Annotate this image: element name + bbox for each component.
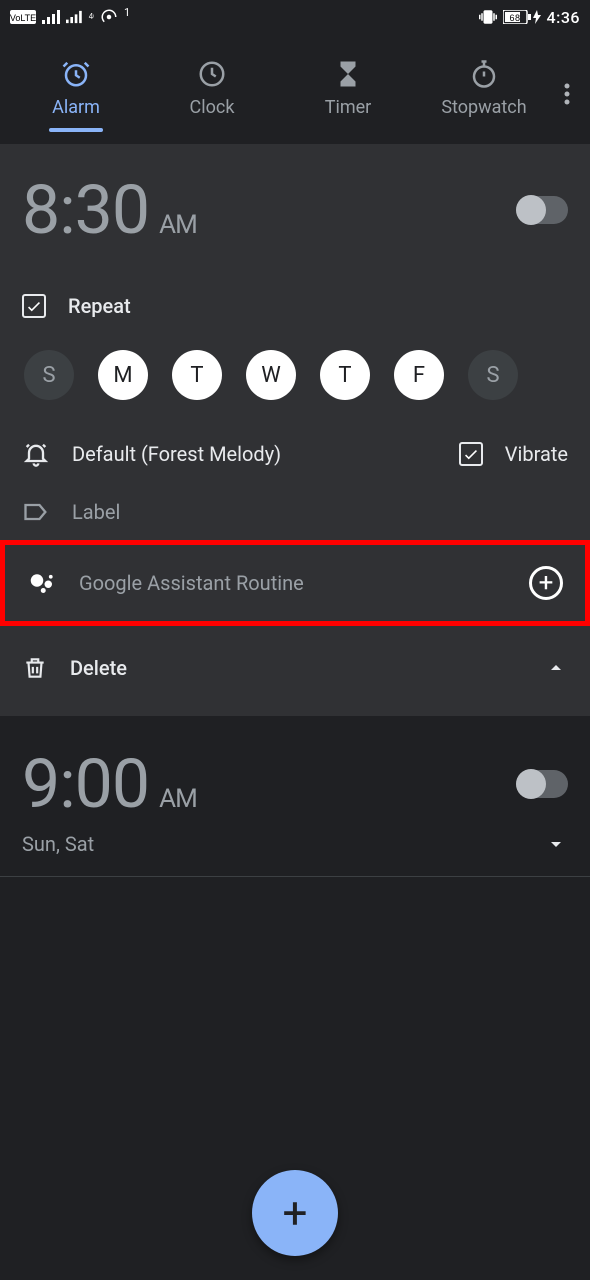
stopwatch-icon	[469, 59, 499, 89]
alarm-days-summary: Sun, Sat	[22, 832, 94, 856]
repeat-label: Repeat	[68, 294, 131, 318]
vibrate-checkbox[interactable]	[459, 442, 483, 466]
bell-icon	[22, 440, 50, 468]
alarm-time-value: 8:30	[22, 170, 149, 250]
day-thu[interactable]: T	[320, 350, 370, 400]
ringtone-label: Default (Forest Melody)	[72, 442, 281, 466]
trash-icon	[22, 655, 48, 681]
alarm-card-expanded: 8:30 AM Repeat S M T W T F S Default (Fo…	[0, 144, 590, 716]
tab-timer[interactable]: Timer	[280, 59, 416, 130]
tab-bar: Alarm Clock Timer Stopwatch	[0, 34, 590, 144]
clock-icon	[197, 59, 227, 89]
assistant-routine-label: Google Assistant Routine	[79, 571, 304, 595]
alarm-ampm: AM	[159, 210, 197, 240]
add-alarm-fab[interactable]: +	[252, 1170, 338, 1256]
day-selector: S M T W T F S	[22, 334, 568, 424]
tab-label: Stopwatch	[441, 97, 526, 118]
tab-alarm[interactable]: Alarm	[8, 59, 144, 130]
alarm-toggle[interactable]	[516, 196, 568, 224]
volte-icon: VoLTE	[10, 10, 36, 24]
label-icon	[22, 498, 50, 526]
label-row[interactable]: Label	[22, 484, 568, 540]
svg-text:VoLTE: VoLTE	[10, 13, 36, 23]
alarm-time-value: 9:00	[22, 744, 149, 824]
ringtone-row[interactable]: Default (Forest Melody) Vibrate	[22, 424, 568, 484]
day-wed[interactable]: W	[246, 350, 296, 400]
tab-label: Clock	[190, 97, 235, 118]
alarm-icon	[61, 59, 91, 89]
status-left: VoLTE 4G 1	[10, 8, 130, 26]
notification-count: 1	[124, 6, 130, 19]
day-sun[interactable]: S	[24, 350, 74, 400]
alarm-ampm: AM	[159, 784, 197, 814]
assistant-routine-row[interactable]: Google Assistant Routine +	[0, 540, 590, 626]
vibrate-label: Vibrate	[505, 442, 568, 466]
hourglass-icon	[333, 59, 363, 89]
tab-stopwatch[interactable]: Stopwatch	[416, 59, 552, 130]
alarm-time[interactable]: 9:00 AM	[22, 744, 197, 824]
repeat-row[interactable]: Repeat	[22, 278, 568, 334]
delete-label: Delete	[70, 656, 127, 680]
svg-text:4G: 4G	[89, 12, 94, 21]
plus-icon: +	[283, 1187, 308, 1239]
signal-4g-icon: 4G	[66, 10, 94, 24]
day-tue[interactable]: T	[172, 350, 222, 400]
vibrate-status-icon	[479, 8, 497, 26]
assistant-icon	[27, 568, 57, 598]
tab-label: Timer	[325, 97, 372, 118]
tab-clock[interactable]: Clock	[144, 59, 280, 130]
day-fri[interactable]: F	[394, 350, 444, 400]
add-routine-button[interactable]: +	[529, 566, 563, 600]
day-mon[interactable]: M	[98, 350, 148, 400]
delete-row[interactable]: Delete	[22, 640, 568, 696]
status-time: 4:36	[547, 8, 581, 27]
chevron-up-icon[interactable]	[544, 656, 568, 680]
chevron-down-icon[interactable]	[544, 832, 568, 856]
status-bar: VoLTE 4G 1 68 4:36	[0, 0, 590, 34]
tab-label: Alarm	[52, 97, 100, 118]
label-text: Label	[72, 500, 120, 524]
signal-icon	[42, 10, 60, 24]
alarm-time[interactable]: 8:30 AM	[22, 170, 197, 250]
alarm-toggle[interactable]	[516, 770, 568, 798]
hotspot-icon	[100, 8, 118, 26]
repeat-checkbox[interactable]	[22, 294, 46, 318]
day-sat[interactable]: S	[468, 350, 518, 400]
overflow-menu-button[interactable]	[552, 82, 582, 106]
battery-icon: 68	[503, 10, 541, 24]
status-right: 68 4:36	[479, 8, 581, 27]
alarm-card-collapsed[interactable]: 9:00 AM Sun, Sat	[0, 716, 590, 877]
svg-text:68: 68	[509, 13, 520, 23]
